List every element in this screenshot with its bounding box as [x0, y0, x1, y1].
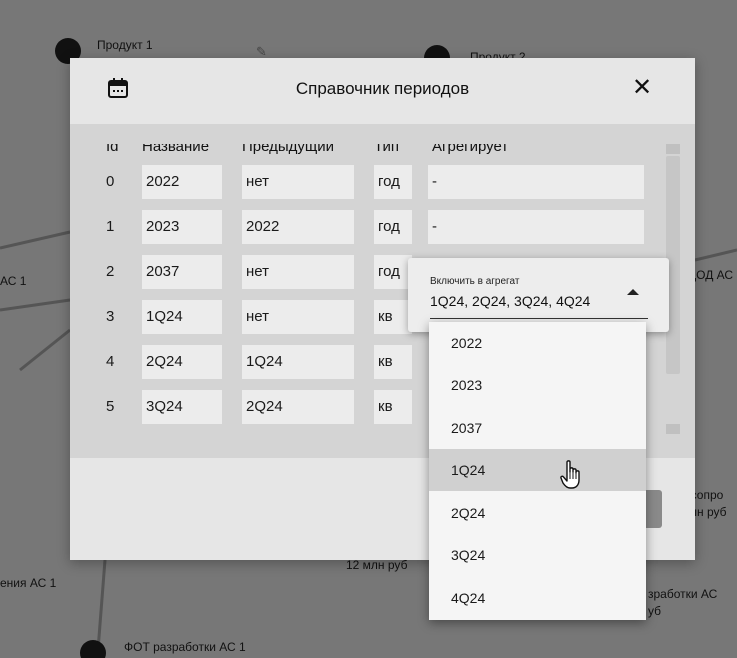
label-fot: ФОТ разработки АС 1: [124, 640, 246, 654]
row-id: 5: [106, 398, 115, 415]
prev-field[interactable]: нет: [242, 300, 354, 334]
label-right-bottom-2: лн руб: [690, 505, 727, 519]
close-icon[interactable]: ✕: [632, 76, 652, 100]
name-field[interactable]: 2023: [142, 210, 222, 244]
scroll-up-button[interactable]: [666, 144, 680, 154]
type-field[interactable]: кв: [374, 300, 412, 334]
row-id: 0: [106, 173, 115, 190]
prev-field[interactable]: нет: [242, 165, 354, 199]
option-1q24[interactable]: 1Q24: [429, 449, 646, 491]
type-field[interactable]: кв: [374, 345, 412, 379]
select-underline: [430, 318, 648, 319]
row-id: 2: [106, 263, 115, 280]
type-field[interactable]: год: [374, 165, 412, 199]
type-field[interactable]: год: [374, 255, 412, 289]
label-product-1: Продукт 1: [97, 38, 153, 52]
name-field[interactable]: 2Q24: [142, 345, 222, 379]
hand-pointer-icon: [560, 460, 582, 490]
column-header-id: Id: [106, 144, 119, 155]
label-right-low-1: зработки АС: [648, 587, 718, 601]
agg-field[interactable]: -: [428, 165, 644, 199]
name-field[interactable]: 3Q24: [142, 390, 222, 424]
prev-field[interactable]: нет: [242, 255, 354, 289]
row-id: 4: [106, 353, 115, 370]
column-header-name: Название: [142, 144, 210, 155]
option-2023[interactable]: 2023: [429, 364, 646, 406]
table-row: 0 2022 нет год -: [98, 165, 658, 201]
dialog-title: Справочник периодов: [295, 79, 470, 98]
option-2037[interactable]: 2037: [429, 407, 646, 449]
column-header-type: Тип: [374, 144, 400, 155]
row-id: 1: [106, 218, 115, 235]
option-4q24[interactable]: 4Q24: [429, 577, 646, 619]
agg-field[interactable]: -: [428, 210, 644, 244]
label-left-mid: АС 1: [0, 274, 27, 288]
aggregate-select[interactable]: Включить в агрегат 1Q24, 2Q24, 3Q24, 4Q2…: [408, 258, 669, 332]
select-value[interactable]: 1Q24, 2Q24, 3Q24, 4Q24: [430, 293, 590, 309]
option-2022[interactable]: 2022: [429, 322, 646, 364]
prev-field[interactable]: 1Q24: [242, 345, 354, 379]
type-field[interactable]: кв: [374, 390, 412, 424]
column-header-agg: Агрегирует: [432, 144, 509, 155]
prev-field[interactable]: 2022: [242, 210, 354, 244]
row-id: 3: [106, 308, 115, 325]
scroll-down-button[interactable]: [666, 424, 680, 434]
chevron-up-icon[interactable]: [627, 289, 639, 295]
table-row: 1 2023 2022 год -: [98, 210, 658, 246]
option-3q24[interactable]: 3Q24: [429, 534, 646, 576]
select-label: Включить в агрегат: [430, 276, 520, 287]
name-field[interactable]: 2022: [142, 165, 222, 199]
prev-field[interactable]: 2Q24: [242, 390, 354, 424]
column-header-prev: Предыдущий: [242, 144, 335, 155]
label-left-bottom: ения АС 1: [0, 576, 57, 590]
label-center-bottom: 12 млн руб: [346, 558, 408, 572]
name-field[interactable]: 1Q24: [142, 300, 222, 334]
aggregate-options-menu: 2022 2023 2037 1Q24 2Q24 3Q24 4Q24: [429, 322, 646, 620]
type-field[interactable]: год: [374, 210, 412, 244]
label-right-low-2: уб: [648, 604, 662, 618]
name-field[interactable]: 2037: [142, 255, 222, 289]
option-2q24[interactable]: 2Q24: [429, 492, 646, 534]
